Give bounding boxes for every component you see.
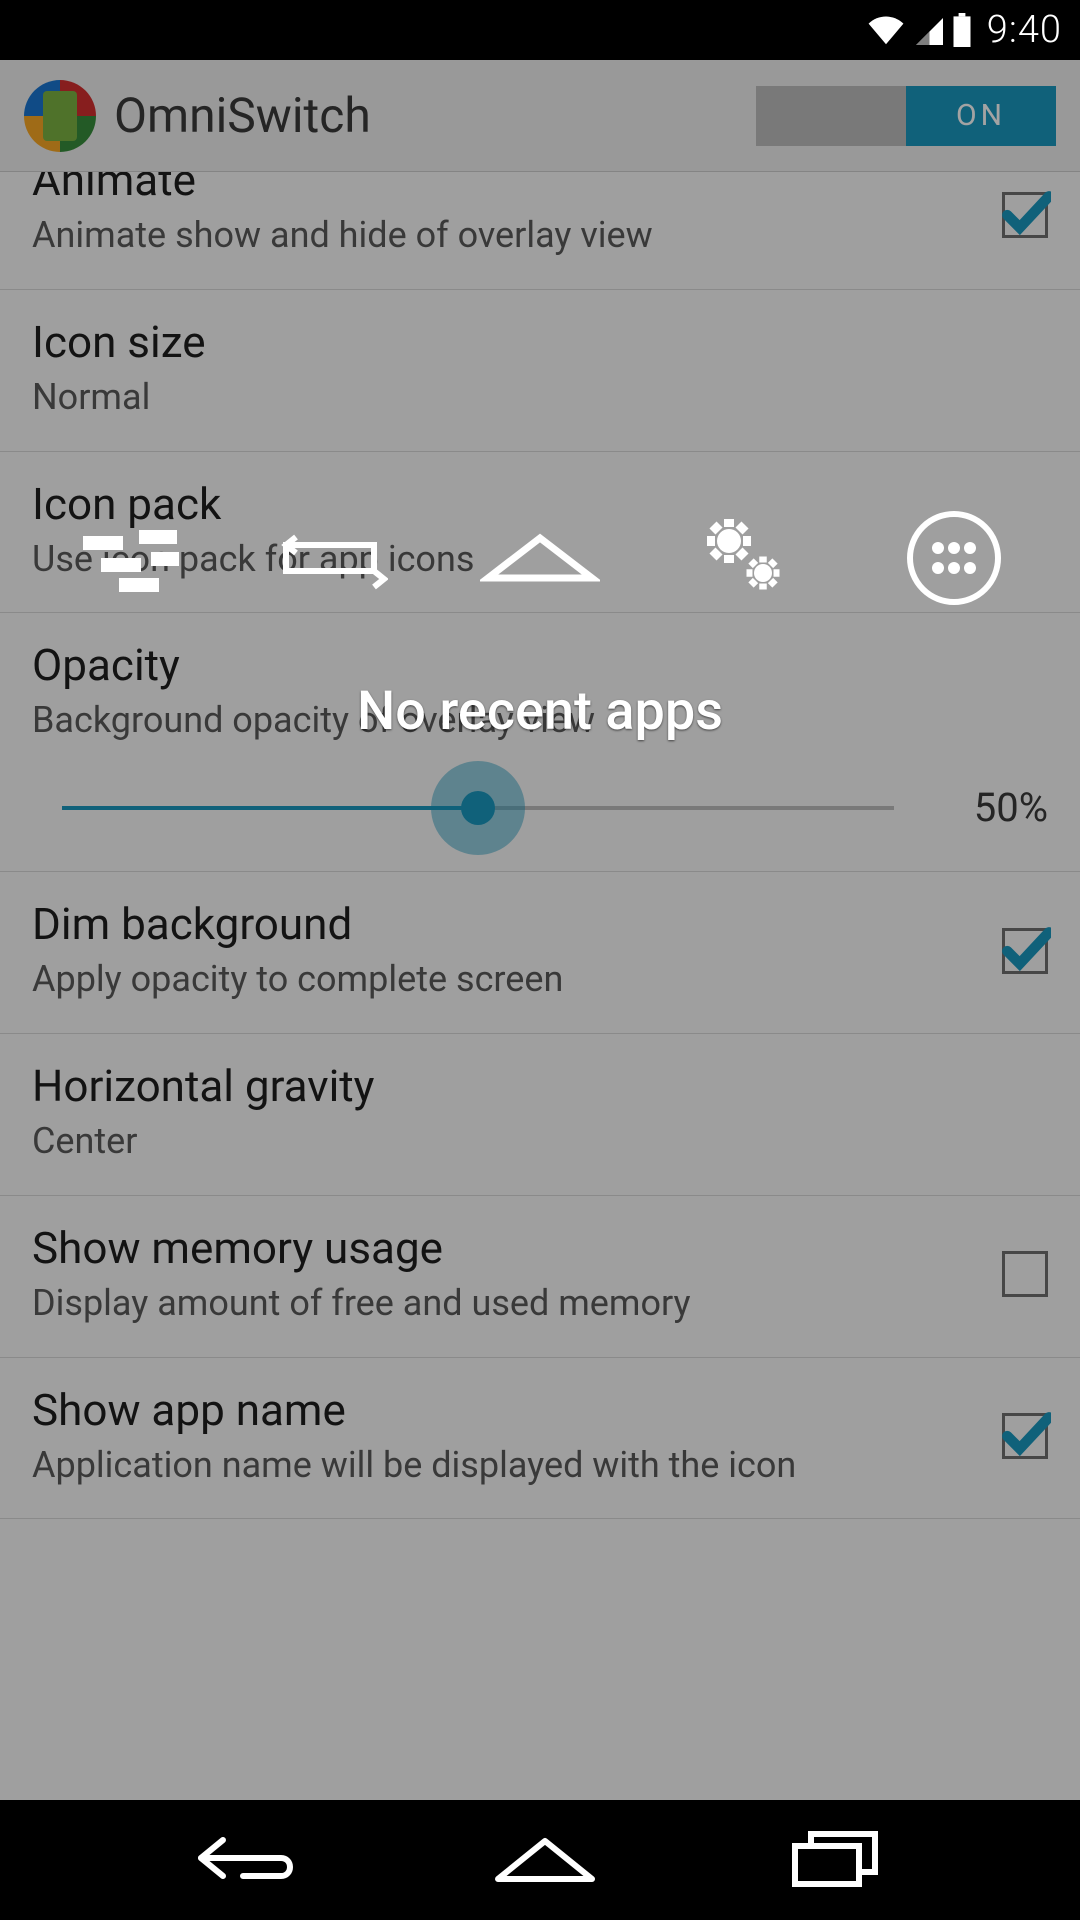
omniswitch-overlay: No recent apps [0,500,1080,840]
status-time: 9:40 [987,8,1062,52]
overlay-settings-button[interactable] [687,508,807,608]
wifi-icon [867,15,905,45]
overlay-home-button[interactable] [480,508,600,608]
overlay-close-all-button[interactable] [66,508,186,608]
nav-recents-button[interactable] [787,1826,887,1895]
dim-overlay [0,60,1080,1800]
navigation-bar [0,1800,1080,1920]
nav-home-button[interactable] [490,1831,600,1890]
no-recent-apps-label: No recent apps [357,680,723,743]
overlay-apps-button[interactable] [894,508,1014,608]
status-bar: 9:40 [0,0,1080,60]
overlay-back-button[interactable] [273,508,393,608]
battery-icon [951,13,973,47]
cellular-signal-icon [913,15,943,45]
nav-back-button[interactable] [193,1828,303,1892]
